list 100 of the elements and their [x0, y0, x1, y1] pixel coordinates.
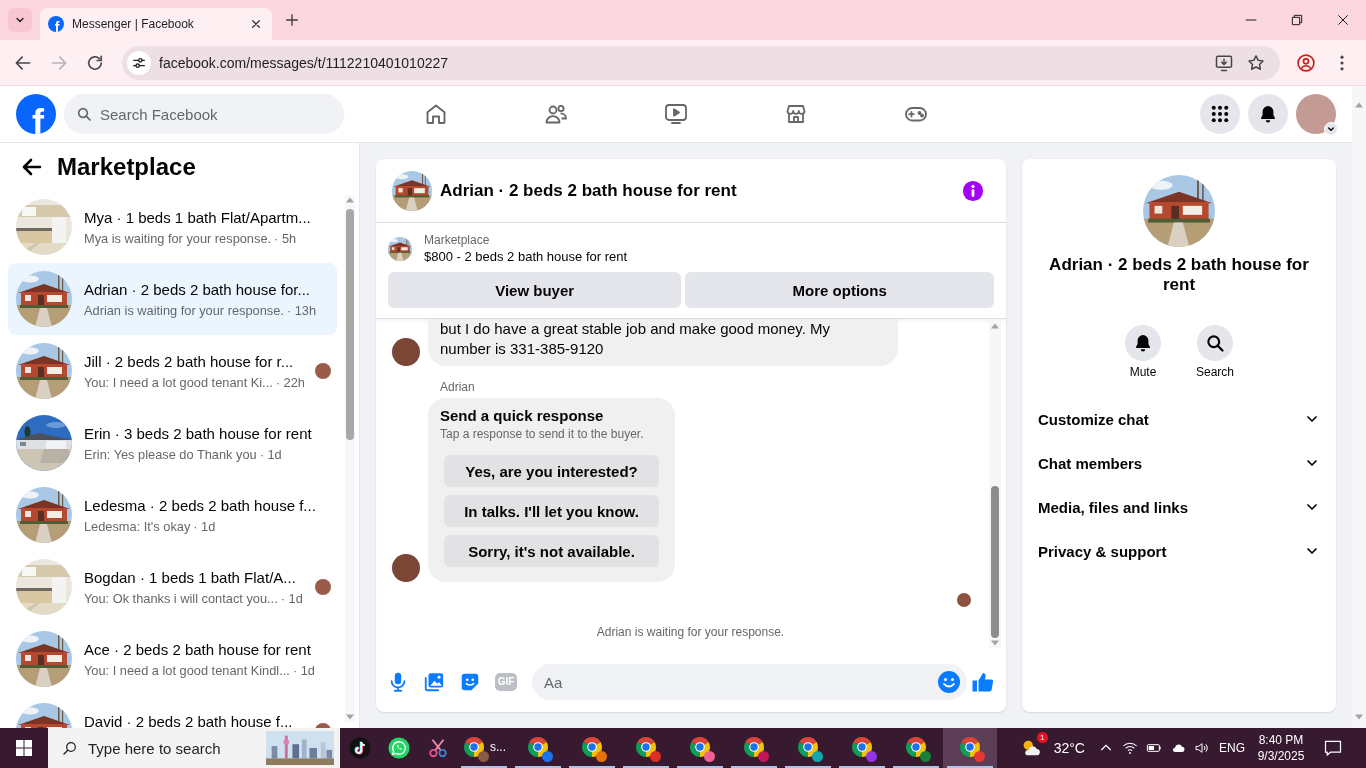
music-note-icon	[348, 737, 371, 759]
bell-icon	[1258, 104, 1278, 124]
conversation-row[interactable]: Jill · 2 beds 2 bath house for r... You: I need a lot good tenant Ki... · 22h	[8, 335, 337, 407]
message-preview: You: I need a lot good tenant Ki...	[84, 373, 273, 391]
search-button[interactable]: Search	[1185, 325, 1245, 379]
status-text: Adrian is waiting for your response.	[596, 625, 785, 639]
message-time: · 5h	[274, 229, 297, 247]
clock-time[interactable]: 8:40 PM	[1258, 732, 1304, 748]
language-indicator[interactable]: ENG	[1219, 741, 1245, 755]
browser-icon	[580, 735, 604, 759]
speech-bubble-icon[interactable]	[1323, 738, 1343, 758]
chevron-down-icon[interactable]	[1324, 122, 1338, 136]
restore-icon[interactable]	[1289, 12, 1305, 28]
avatar	[392, 338, 420, 366]
conversation-row[interactable]: Ace · 2 beds 2 bath house for rent You: I need a lot good tenant Kindl... · 1d	[8, 623, 337, 695]
message-time: · 1d	[259, 445, 282, 463]
house-photo	[16, 487, 72, 543]
sender-name: Adrian	[440, 380, 475, 394]
conversation-row[interactable]: Erin · 3 beds 2 bath house for rent Erin: Yes please do Thank you · 1d	[8, 407, 337, 479]
city-skyline-icon[interactable]	[264, 731, 336, 765]
plus-icon[interactable]	[284, 12, 300, 28]
house-icon[interactable]	[424, 102, 448, 126]
message-time: · 22h	[275, 373, 305, 391]
address-bar[interactable]: facebook.com/messages/t/1112210401010227	[122, 45, 1280, 80]
avatar	[392, 554, 420, 582]
notifications-button[interactable]	[1248, 94, 1288, 134]
browser-icon	[958, 735, 982, 759]
browser-icon	[526, 735, 550, 759]
conversation-title: Ace · 2 beds 2 bath house for rent	[84, 639, 311, 660]
smiley-icon[interactable]	[937, 670, 961, 694]
bell-icon	[1125, 325, 1161, 361]
conversation-row[interactable]: Bogdan · 1 beds 1 bath Flat/A... You: Ok thanks i will contact you... · 1d	[8, 551, 337, 623]
clock-date[interactable]: 9/3/2025	[1257, 748, 1305, 764]
notification-badge: 1	[1036, 732, 1048, 743]
browser-tab[interactable]: f Messenger | Facebook	[40, 8, 272, 40]
quick-reply-button[interactable]: In talks. I'll let you know.	[444, 495, 659, 527]
house-photo	[16, 271, 72, 327]
scrollbar-track[interactable]	[345, 195, 355, 722]
wifi-icon[interactable]	[1122, 740, 1138, 756]
favicon: f	[48, 16, 64, 32]
photos-icon[interactable]	[423, 671, 445, 693]
storefront-icon[interactable]	[784, 102, 808, 126]
message-input[interactable]: Aa	[532, 664, 967, 700]
scrollbar-thumb[interactable]	[346, 209, 354, 440]
conversation-row[interactable]: Ledesma · 2 beds 2 bath house f... Ledesma: It's okay · 1d	[8, 479, 337, 551]
four-squares-icon[interactable]	[16, 740, 32, 756]
people-icon[interactable]	[544, 102, 568, 126]
sticker-icon[interactable]	[459, 671, 481, 693]
phone-bubble-icon	[387, 737, 410, 759]
message-time: · 1d	[292, 661, 315, 679]
scrollbar-thumb[interactable]	[991, 486, 999, 638]
conversation-title: David · 2 beds 2 bath house f...	[84, 711, 293, 728]
message-time: · 1d	[280, 589, 303, 607]
section-row[interactable]: Customize chat	[1038, 397, 1320, 441]
house-photo	[16, 415, 72, 471]
kitchen-photo	[16, 199, 72, 255]
taskbar-button[interactable]: s...	[457, 728, 511, 768]
message-time: · 1d	[193, 517, 216, 535]
mute-button[interactable]: Mute	[1113, 325, 1173, 379]
quick-reply-button[interactable]: Sorry, it's not available.	[444, 535, 659, 567]
section-row[interactable]: Chat members	[1038, 441, 1320, 485]
conversation-row[interactable]: Mya · 1 beds 1 bath Flat/Apartm... Mya is waiting for your response. · 5h	[8, 191, 337, 263]
close-icon[interactable]	[1335, 12, 1351, 28]
conversation-title: Adrian · 2 beds 2 bath house for...	[84, 279, 310, 300]
section-row[interactable]: Privacy & support	[1038, 529, 1320, 573]
chat-title: Adrian · 2 beds 2 bath house for rent	[440, 179, 737, 202]
tab-list-button[interactable]	[8, 8, 32, 32]
browser-icon	[462, 735, 486, 759]
conversation-title: Bogdan · 1 beds 1 bath Flat/A...	[84, 567, 296, 588]
info-icon[interactable]	[962, 179, 984, 202]
speaker-icon[interactable]	[1194, 740, 1210, 756]
conversation-title: Jill · 2 beds 2 bath house for r...	[84, 351, 294, 372]
temperature[interactable]: 32°C	[1053, 740, 1085, 756]
section-row[interactable]: Media, files and links	[1038, 485, 1320, 529]
message-time: · 13h	[286, 301, 317, 319]
menu-button[interactable]	[1200, 94, 1240, 134]
browser-icon	[850, 735, 874, 759]
quick-reply-button[interactable]: Yes, are you interested?	[444, 455, 659, 487]
message-preview: Mya is waiting for your response.	[84, 229, 272, 247]
thumbs-up-icon[interactable]	[971, 670, 995, 694]
scissors-icon	[426, 737, 449, 759]
details-title: Adrian · 2 beds 2 bath house for rent	[1048, 255, 1310, 295]
video-play-icon[interactable]	[664, 102, 688, 126]
house-photo	[388, 237, 412, 261]
listing-title: $800 - 2 beds 2 bath house for rent	[424, 248, 628, 266]
house-photo	[392, 170, 432, 211]
scrollbar-track[interactable]	[989, 321, 1001, 648]
conversation-row[interactable]: Adrian · 2 beds 2 bath house for... Adrian is waiting for your response. · 13h	[8, 263, 337, 335]
browser-icon	[904, 735, 928, 759]
message-preview: Ledesma: It's okay	[84, 517, 191, 535]
card-title: Send a quick response	[440, 406, 604, 426]
message-preview: You: I need a lot good tenant Kindl...	[84, 661, 290, 679]
listing-action-button[interactable]: More options	[685, 272, 994, 308]
sidebar-title: Marketplace	[57, 152, 196, 182]
search-field[interactable]: Search Facebook	[64, 94, 344, 134]
person-circle-icon[interactable]	[1296, 52, 1316, 73]
house-photo	[16, 631, 72, 687]
conversation-title: Ledesma · 2 beds 2 bath house f...	[84, 495, 316, 516]
listing-action-button[interactable]: View buyer	[388, 272, 682, 308]
star-icon[interactable]	[1246, 52, 1266, 73]
